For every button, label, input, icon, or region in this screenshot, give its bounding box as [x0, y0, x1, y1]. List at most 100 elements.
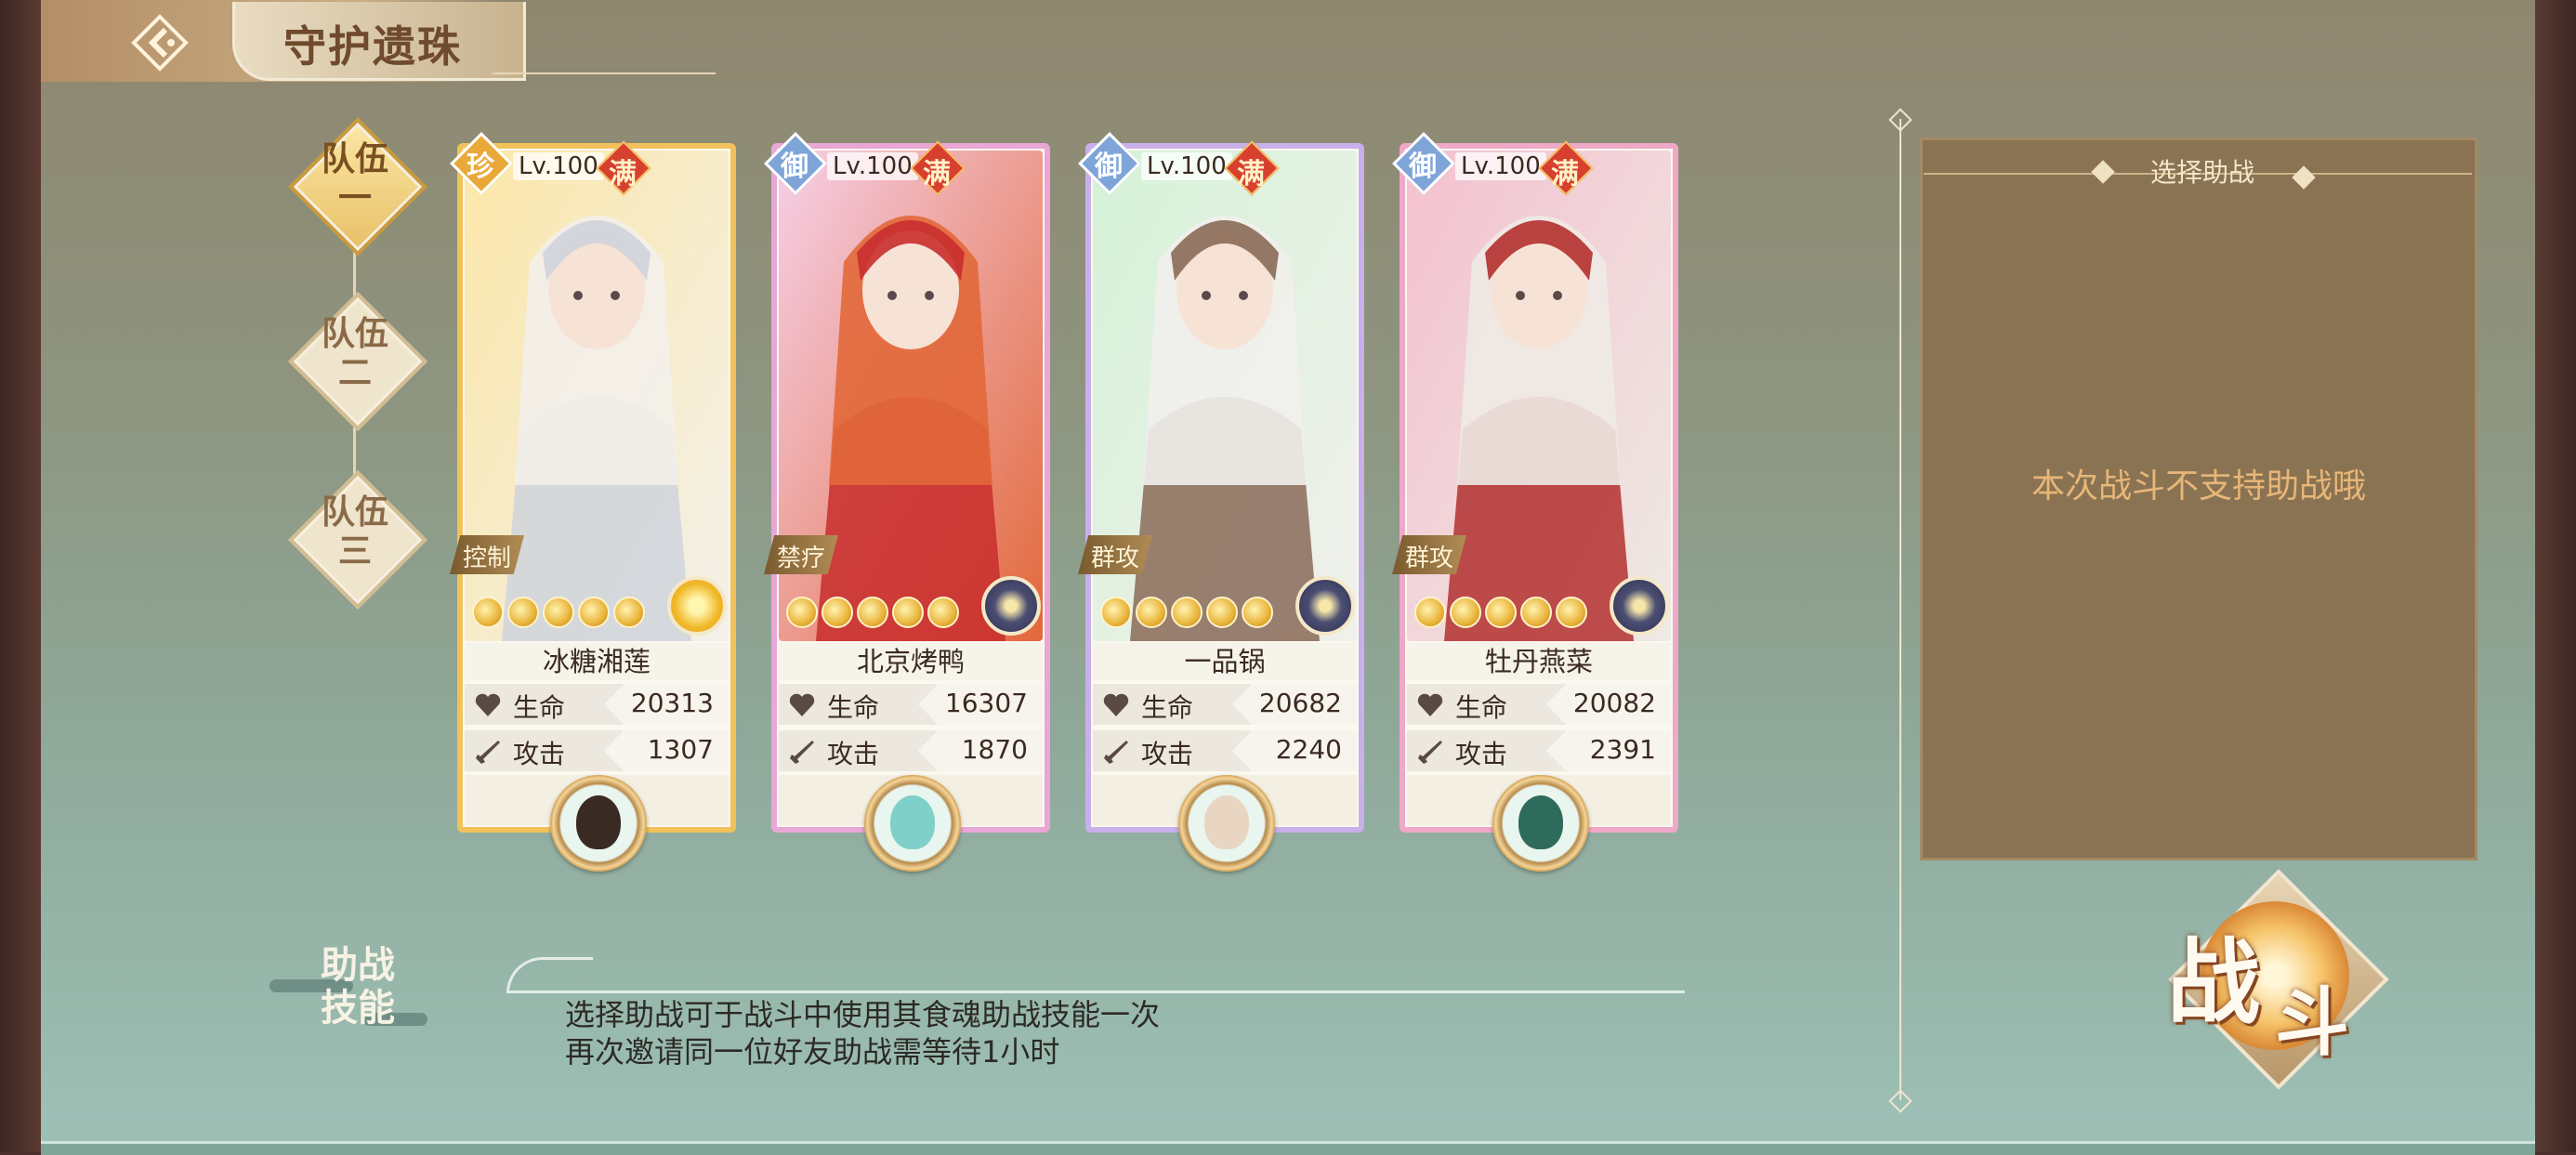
- heart-icon: [1417, 693, 1443, 716]
- role-text: 群攻: [1090, 545, 1139, 572]
- star-icon: [786, 597, 818, 628]
- atk-value: 1870: [961, 734, 1028, 765]
- sword-icon: [1104, 741, 1128, 764]
- companion-avatar[interactable]: [1178, 775, 1275, 872]
- character-name: 冰糖湘莲: [465, 643, 729, 680]
- star-icon: [1450, 597, 1481, 628]
- companion-avatar[interactable]: [550, 775, 647, 872]
- max-badge: 满: [596, 140, 651, 196]
- assist-skill-description: 选择助战可于战斗中使用其食魂助战技能一次 再次邀请同一位好友助战需等待1小时: [565, 996, 1160, 1070]
- companion-face: [1518, 795, 1563, 849]
- hp-label: 生命: [1141, 692, 1194, 723]
- grade-badge: 御: [1392, 132, 1455, 195]
- star-rating: [1414, 597, 1587, 628]
- battle-button[interactable]: 战 斗: [2136, 855, 2396, 1096]
- tab-team-2[interactable]: 队伍二: [288, 292, 427, 431]
- helper-message: 本次战斗不支持助战哦: [2031, 467, 2366, 505]
- heart-icon: [789, 693, 815, 716]
- max-badge: 满: [910, 140, 966, 196]
- atk-value: 2240: [1275, 734, 1342, 765]
- companion-avatar[interactable]: [1492, 775, 1589, 872]
- lotus-icon: [1295, 576, 1355, 636]
- character-card[interactable]: 御 Lv.100 满 群攻 一品锅 生命 20682 攻击 2240: [1078, 132, 1364, 872]
- role-text: 控制: [462, 545, 511, 572]
- hp-value: 20313: [630, 688, 714, 718]
- back-button[interactable]: [130, 13, 190, 72]
- max-text: 满: [1237, 158, 1265, 190]
- level-label: Lv.100: [513, 152, 604, 180]
- hp-label: 生命: [827, 692, 880, 723]
- star-rating: [786, 597, 959, 628]
- max-text: 满: [609, 158, 637, 190]
- role-tag: 禁疗: [764, 535, 838, 574]
- max-badge: 满: [1538, 140, 1594, 196]
- stat-row-hp: 生命 16307: [779, 684, 1043, 725]
- star-icon: [1171, 597, 1203, 628]
- star-icon: [507, 597, 539, 628]
- star-icon: [1242, 597, 1273, 628]
- star-icon: [1520, 597, 1552, 628]
- atk-label: 攻击: [827, 739, 880, 769]
- battle-label-1: 战: [2167, 927, 2260, 1037]
- star-icon: [1136, 597, 1167, 628]
- star-icon: [1414, 597, 1446, 628]
- level-label: Lv.100: [1141, 152, 1232, 180]
- star-icon: [1485, 597, 1517, 628]
- character-card[interactable]: 御 Lv.100 满 群攻 牡丹燕菜 生命 20082 攻击 2391: [1392, 132, 1678, 872]
- star-icon: [821, 597, 853, 628]
- companion-face: [576, 795, 621, 849]
- sword-icon: [1418, 741, 1442, 764]
- role-tag: 群攻: [1078, 535, 1152, 574]
- stat-row-atk: 攻击 2391: [1407, 730, 1671, 771]
- heart-icon: [1103, 693, 1129, 716]
- team-tab-label: 队伍一: [321, 139, 388, 217]
- role-tag: 群攻: [1392, 535, 1466, 574]
- star-icon: [1556, 597, 1587, 628]
- lotus-icon: [981, 576, 1041, 636]
- companion-avatar[interactable]: [864, 775, 961, 872]
- star-rating: [472, 597, 645, 628]
- star-icon: [543, 597, 574, 628]
- character-name: 牡丹燕菜: [1407, 643, 1671, 680]
- hp-label: 生命: [513, 692, 566, 723]
- star-icon: [472, 597, 504, 628]
- grade-text: 御: [781, 151, 808, 183]
- left-frame: [0, 0, 41, 1152]
- back-arrow-icon: [131, 14, 189, 72]
- sword-icon: [476, 741, 500, 764]
- helper-title: 选择助战: [2149, 157, 2254, 188]
- role-tag: 控制: [450, 535, 524, 574]
- desc-line-1: 选择助战可于战斗中使用其食魂助战技能一次: [565, 997, 1161, 1032]
- star-icon: [857, 597, 888, 628]
- heart-icon: [475, 693, 501, 716]
- max-badge: 满: [1224, 140, 1280, 196]
- max-text: 满: [923, 158, 951, 190]
- tab-team-1[interactable]: 队伍一: [288, 117, 427, 256]
- level-label: Lv.100: [1455, 152, 1546, 180]
- star-icon: [892, 597, 924, 628]
- companion-face: [1204, 795, 1249, 849]
- atk-label: 攻击: [1455, 739, 1508, 769]
- right-frame: [2535, 0, 2576, 1152]
- stat-row-hp: 生命 20082: [1407, 684, 1671, 725]
- star-icon: [613, 597, 645, 628]
- max-text: 满: [1551, 158, 1579, 190]
- hp-value: 20082: [1572, 688, 1656, 718]
- companion-face: [890, 795, 935, 849]
- role-text: 群攻: [1404, 545, 1453, 572]
- stat-row-atk: 攻击 1307: [465, 730, 729, 771]
- level-label: Lv.100: [827, 152, 918, 180]
- flower-icon: [667, 576, 727, 636]
- desc-line-2: 再次邀请同一位好友助战需等待1小时: [565, 1034, 1060, 1070]
- star-icon: [1206, 597, 1238, 628]
- desc-divider: [506, 991, 1685, 993]
- vertical-divider: [1899, 119, 1901, 1100]
- character-card[interactable]: 御 Lv.100 满 禁疗 北京烤鸭 生命 16307 攻击 1870: [764, 132, 1050, 872]
- grade-text: 珍: [467, 151, 494, 183]
- character-card[interactable]: 珍 Lv.100 满 控制 冰糖湘莲 生命 20313 攻击 1307: [450, 132, 736, 872]
- bottom-rule: [41, 1141, 2535, 1155]
- atk-label: 攻击: [1141, 739, 1194, 769]
- stat-row-atk: 攻击 2240: [1093, 730, 1357, 771]
- grade-text: 御: [1095, 151, 1123, 183]
- tab-team-3[interactable]: 队伍三: [288, 470, 427, 610]
